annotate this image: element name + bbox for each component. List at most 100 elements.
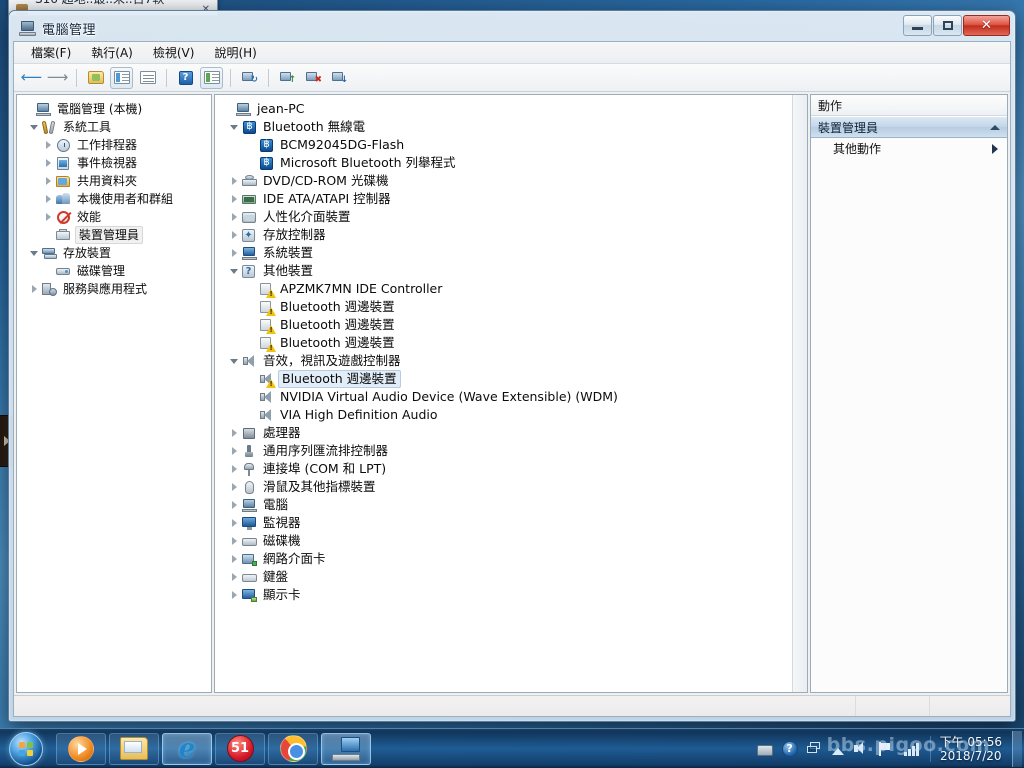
add-device-button[interactable]: ↓ — [328, 67, 351, 89]
tree-node-效能[interactable]: 效能 — [21, 208, 209, 226]
expand-triangle-icon[interactable] — [231, 555, 237, 563]
tree-twisty[interactable] — [227, 447, 241, 455]
tree-node-系統工具[interactable]: 系統工具 — [21, 118, 209, 136]
update-driver-button[interactable]: ↑ — [276, 67, 299, 89]
titlebar[interactable]: 電腦管理 ✕ — [13, 15, 1011, 41]
tree-twisty[interactable] — [227, 483, 241, 491]
tree-twisty[interactable] — [227, 429, 241, 437]
tree-twisty[interactable] — [227, 501, 241, 509]
tree-node-連接埠-com-和-lpt-[interactable]: 連接埠 (COM 和 LPT) — [221, 460, 805, 478]
tray-keyboard-icon[interactable] — [756, 744, 773, 756]
show-console-button[interactable] — [200, 66, 223, 89]
tree-node-其他裝置[interactable]: ? 其他裝置 — [221, 262, 805, 280]
tree-node-人性化介面裝置[interactable]: 人性化介面裝置 — [221, 208, 805, 226]
expand-triangle-icon[interactable] — [231, 177, 237, 185]
back-button[interactable]: ⟵ — [20, 67, 43, 89]
tree-node-磁碟機[interactable]: 磁碟機 — [221, 532, 805, 550]
expand-triangle-icon[interactable] — [231, 249, 237, 257]
expand-triangle-icon[interactable] — [231, 195, 237, 203]
tree-node-監視器[interactable]: 監視器 — [221, 514, 805, 532]
tree-twisty[interactable] — [227, 537, 241, 545]
tree-node-共用資料夾[interactable]: 共用資料夾 — [21, 172, 209, 190]
tree-node-bluetooth-週邊裝置[interactable]: Bluetooth 週邊裝置 — [221, 334, 805, 352]
tree-twisty[interactable] — [227, 465, 241, 473]
maximize-button[interactable] — [933, 15, 962, 36]
collapse-triangle-icon[interactable] — [30, 124, 38, 130]
expand-triangle-icon[interactable] — [45, 159, 51, 167]
menu-file[interactable]: 檔案(F) — [22, 42, 80, 63]
actions-section-device-manager[interactable]: 裝置管理員 — [811, 116, 1007, 138]
taskbar-clock[interactable]: 下午 05:56 2018/7/20 — [936, 735, 1010, 763]
tray-volume-icon[interactable] — [853, 741, 869, 757]
taskbar-chrome[interactable] — [268, 732, 318, 765]
menu-action[interactable]: 執行(A) — [82, 42, 142, 63]
expand-triangle-icon[interactable] — [31, 285, 37, 293]
tree-twisty[interactable] — [227, 573, 241, 581]
expand-triangle-icon[interactable] — [231, 231, 237, 239]
tree-node-bcm92045dg-flash[interactable]: ฿ BCM92045DG-Flash — [221, 136, 805, 154]
expand-triangle-icon[interactable] — [231, 429, 237, 437]
tray-flag-icon[interactable] — [878, 741, 894, 757]
tree-node-本機使用者和群組[interactable]: 本機使用者和群組 — [21, 190, 209, 208]
tree-node-bluetooth-週邊裝置[interactable]: Bluetooth 週邊裝置 — [221, 316, 805, 334]
taskbar-file-explorer[interactable] — [109, 732, 159, 765]
action-more-actions[interactable]: 其他動作 — [811, 138, 1007, 159]
collapse-triangle-icon[interactable] — [230, 358, 238, 364]
device-tree-pane[interactable]: jean-PC ฿ Bluetooth 無線電฿ BCM92045DG-Flash ฿ M… — [214, 94, 808, 693]
tree-twisty[interactable] — [227, 213, 241, 221]
taskbar-app-51[interactable]: 51 — [215, 732, 265, 765]
tree-node-裝置管理員[interactable]: 裝置管理員 — [21, 226, 209, 244]
tree-twisty[interactable] — [41, 141, 55, 149]
tree-node-microsoft-bluetooth-列舉程式[interactable]: ฿ Microsoft Bluetooth 列舉程式 — [221, 154, 805, 172]
tree-node-存放裝置[interactable]: 存放裝置 — [21, 244, 209, 262]
tray-expand-icon[interactable] — [831, 747, 844, 755]
menu-view[interactable]: 檢視(V) — [144, 42, 204, 63]
tree-twisty[interactable] — [227, 591, 241, 599]
tree-twisty[interactable] — [27, 250, 41, 256]
tree-node-處理器[interactable]: 處理器 — [221, 424, 805, 442]
tree-node-ide-ata-atapi-控制器[interactable]: IDE ATA/ATAPI 控制器 — [221, 190, 805, 208]
taskbar-internet-explorer[interactable]: e — [162, 732, 212, 765]
properties-button[interactable] — [136, 67, 159, 89]
forward-button[interactable]: ⟶ — [46, 67, 69, 89]
expand-triangle-icon[interactable] — [231, 483, 237, 491]
tree-node-bluetooth-週邊裝置[interactable]: Bluetooth 週邊裝置 — [221, 298, 805, 316]
uninstall-device-button[interactable]: ✖ — [302, 67, 325, 89]
tree-node-服務與應用程式[interactable]: 服務與應用程式 — [21, 280, 209, 298]
tray-network-icon[interactable] — [903, 741, 919, 757]
tree-node-bluetooth-週邊裝置[interactable]: Bluetooth 週邊裝置 — [221, 370, 805, 388]
expand-triangle-icon[interactable] — [45, 195, 51, 203]
help-button[interactable]: ? — [174, 67, 197, 89]
tree-twisty[interactable] — [41, 177, 55, 185]
tree-node-dvd-cd-rom-光碟機[interactable]: DVD/CD-ROM 光碟機 — [221, 172, 805, 190]
expand-triangle-icon[interactable] — [45, 177, 51, 185]
start-button[interactable] — [2, 731, 50, 767]
tree-node-音效-視訊及遊戲控制器[interactable]: 音效，視訊及遊戲控制器 — [221, 352, 805, 370]
scan-hardware-button[interactable]: ↻ — [238, 67, 261, 89]
tree-twisty[interactable] — [227, 268, 241, 274]
tray-help-icon[interactable]: ? — [781, 740, 798, 757]
tree-node-事件檢視器[interactable]: 事件檢視器 — [21, 154, 209, 172]
device-tree-scrollbar[interactable] — [792, 95, 807, 692]
tree-node-apzmk7mn-ide-controller[interactable]: APZMK7MN IDE Controller — [221, 280, 805, 298]
tree-node-顯示卡[interactable]: 顯示卡 — [221, 586, 805, 604]
tree-twisty[interactable] — [227, 249, 241, 257]
tree-node-電腦[interactable]: 電腦 — [221, 496, 805, 514]
expand-triangle-icon[interactable] — [231, 465, 237, 473]
collapse-triangle-icon[interactable] — [230, 268, 238, 274]
tree-node-磁碟管理[interactable]: 磁碟管理 — [21, 262, 209, 280]
tree-twisty[interactable] — [27, 285, 41, 293]
show-tree-button[interactable] — [110, 66, 133, 89]
tree-twisty[interactable] — [41, 213, 55, 221]
tree-node-工作排程器[interactable]: 工作排程器 — [21, 136, 209, 154]
console-tree-pane[interactable]: 電腦管理 (本機) 系統工具 工作排程器 事件檢視器 共用資料夾 本機使用者和群組 效能 裝置… — [16, 94, 212, 693]
tree-twisty[interactable] — [227, 519, 241, 527]
tree-node-bluetooth-無線電[interactable]: ฿ Bluetooth 無線電 — [221, 118, 805, 136]
tree-twisty[interactable] — [227, 177, 241, 185]
collapse-triangle-icon[interactable] — [230, 124, 238, 130]
tree-twisty[interactable] — [227, 555, 241, 563]
chevron-up-icon[interactable] — [990, 124, 1000, 130]
expand-triangle-icon[interactable] — [231, 537, 237, 545]
up-folder-button[interactable] — [84, 67, 107, 89]
minimize-button[interactable] — [903, 15, 932, 36]
